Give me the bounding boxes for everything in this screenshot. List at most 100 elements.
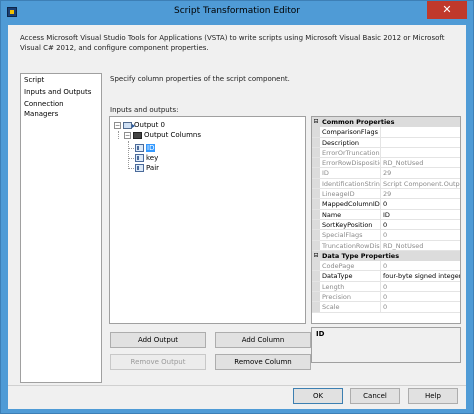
property-value[interactable]: ID: [381, 210, 460, 219]
property-value: 0: [383, 231, 388, 240]
property-name: LineageID: [320, 189, 381, 199]
column-icon: [135, 164, 144, 172]
property-row[interactable]: DataTypefour-byte signed integer [D: [312, 271, 460, 282]
property-name: ErrorRowDispositio: [322, 158, 381, 168]
property-value[interactable]: [381, 138, 460, 147]
property-category[interactable]: ⊟ Data Type Properties: [312, 250, 460, 262]
window-title: Script Transformation Editor: [174, 6, 300, 16]
property-value: 0: [383, 282, 388, 291]
add-output-button[interactable]: Add Output: [110, 332, 206, 348]
collapse-icon[interactable]: −: [114, 121, 121, 129]
property-row[interactable]: ErrorOrTruncation(: [312, 147, 460, 159]
property-name: Description: [320, 137, 381, 147]
property-gutter: [312, 292, 320, 302]
remove-column-button[interactable]: Remove Column: [215, 354, 311, 370]
property-row[interactable]: Precision 0: [312, 292, 460, 303]
tree-node-output[interactable]: − Output 0: [114, 120, 165, 130]
property-row[interactable]: Name ID: [312, 209, 460, 220]
property-name: SpecialFlags: [320, 230, 381, 240]
property-value[interactable]: 0: [381, 220, 460, 229]
property-name: TruncationRowDisp: [322, 240, 381, 250]
script-transformation-editor-window: Script Transformation Editor ✕ Access Mi…: [0, 0, 474, 414]
ok-button[interactable]: OK: [293, 388, 343, 404]
property-row[interactable]: Description: [312, 137, 460, 148]
property-name: ErrorOrTruncation(: [322, 147, 381, 158]
property-gutter: [312, 209, 320, 219]
property-grid[interactable]: ⊟ Common Properties ComparisonFlags Descrip…: [311, 116, 461, 324]
property-name: DataType: [320, 271, 381, 281]
remove-output-button[interactable]: Remove Output: [110, 354, 206, 370]
property-row[interactable]: SortKeyPosition 0: [312, 219, 460, 231]
tree-connector: [118, 131, 119, 139]
nav-item-script[interactable]: Script: [21, 74, 101, 86]
property-row[interactable]: ID 29: [312, 168, 460, 179]
property-value: 0: [383, 303, 388, 312]
property-description-title: ID: [316, 330, 325, 338]
collapse-icon[interactable]: −: [124, 131, 131, 139]
property-gutter: [312, 261, 320, 271]
property-value: 0: [383, 262, 388, 271]
property-value[interactable]: 0: [381, 199, 460, 208]
tree-node-column-id[interactable]: ID: [135, 143, 156, 153]
tree-node-label: Output 0: [134, 121, 165, 129]
property-row[interactable]: LineageID 29: [312, 189, 460, 200]
property-name: ComparisonFlags: [320, 127, 381, 137]
property-value: RD_NotUsed: [383, 241, 424, 250]
property-row[interactable]: MappedColumnID 0: [312, 199, 460, 210]
column-icon: [135, 144, 144, 152]
tree-connector: [128, 158, 134, 159]
property-value: Script Component.Outputs: [383, 179, 460, 188]
tree-connector: [128, 148, 134, 149]
collapse-icon[interactable]: ⊟: [312, 251, 320, 261]
property-category-name: Common Properties: [322, 118, 395, 126]
property-gutter: [312, 189, 320, 199]
property-value: 29: [383, 169, 392, 178]
property-row[interactable]: CodePage 0: [312, 261, 460, 272]
property-value[interactable]: four-byte signed integer [D: [381, 271, 460, 280]
columns-folder-icon: [133, 131, 142, 139]
property-gutter: [312, 158, 320, 168]
property-row[interactable]: IdentificationString Script Component.Out…: [312, 178, 460, 190]
nav-item-connection-managers[interactable]: Connection Managers: [21, 98, 101, 120]
property-row[interactable]: Scale 0: [312, 302, 460, 313]
property-name: Length: [320, 281, 381, 292]
tree-node-column-key[interactable]: key: [135, 153, 158, 163]
property-row[interactable]: SpecialFlags 0: [312, 230, 460, 241]
property-gutter: [312, 168, 320, 178]
property-value[interactable]: [381, 127, 460, 136]
property-name: SortKeyPosition: [320, 219, 381, 230]
output-icon: [123, 121, 135, 129]
property-row[interactable]: ErrorRowDispositio RD_NotUsed: [312, 158, 460, 169]
tree-connector: [128, 168, 134, 169]
property-gutter: [312, 127, 320, 137]
property-name: IdentificationString: [322, 178, 381, 189]
tree-node-label: key: [146, 154, 159, 162]
property-row[interactable]: TruncationRowDisp RD_NotUsed: [312, 240, 460, 251]
tree-node-output-columns[interactable]: − Output Columns: [124, 130, 201, 140]
property-value: 0: [383, 293, 388, 302]
property-category-name: Data Type Properties: [322, 251, 400, 260]
property-gutter: [312, 281, 320, 292]
dialog-client-area: Access Microsoft Visual Studio Tools for…: [8, 25, 466, 409]
property-gutter: [312, 219, 320, 230]
inputs-outputs-label: Inputs and outputs:: [110, 106, 179, 114]
help-button[interactable]: Help: [408, 388, 458, 404]
footer-divider: [8, 385, 466, 386]
inputs-outputs-tree[interactable]: − Output 0 − Output Columns ID key Pair: [109, 116, 306, 324]
property-gutter: [312, 147, 320, 158]
close-button[interactable]: ✕: [427, 1, 467, 19]
property-category[interactable]: ⊟ Common Properties: [312, 117, 460, 128]
intro-text: Access Microsoft Visual Studio Tools for…: [20, 34, 445, 52]
nav-item-inputs-and-outputs[interactable]: Inputs and Outputs: [21, 86, 101, 98]
title-bar[interactable]: Script Transformation Editor ✕: [1, 1, 473, 25]
property-name: CodePage: [320, 261, 381, 271]
property-gutter: [312, 302, 320, 312]
add-column-button[interactable]: Add Column: [215, 332, 311, 348]
property-row[interactable]: Length 0: [312, 281, 460, 293]
tree-node-label: ID: [146, 144, 156, 152]
property-row[interactable]: ComparisonFlags: [312, 127, 460, 138]
tree-node-column-pair[interactable]: Pair: [135, 163, 159, 173]
property-gutter: [312, 271, 320, 281]
collapse-icon[interactable]: ⊟: [312, 117, 320, 127]
cancel-button[interactable]: Cancel: [350, 388, 400, 404]
